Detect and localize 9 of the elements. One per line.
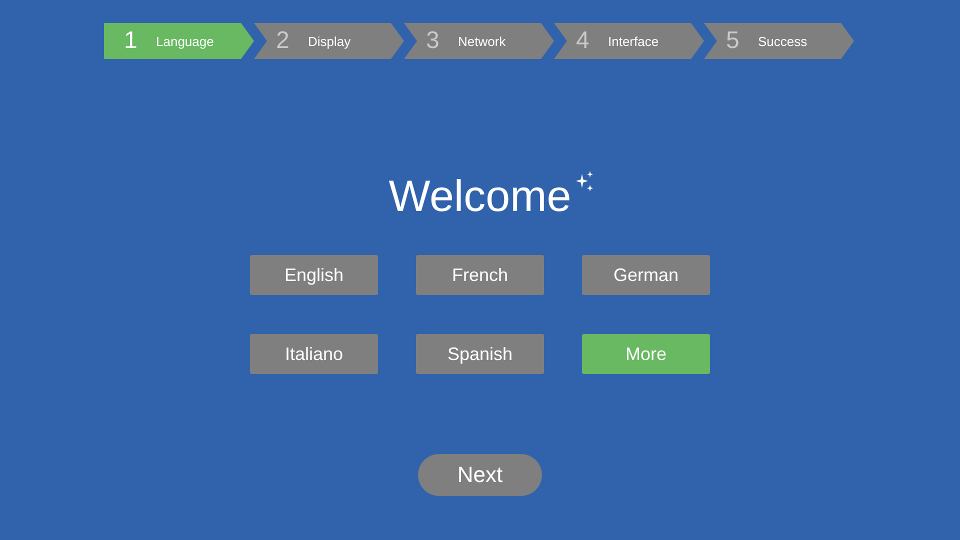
language-button[interactable]: Italiano (250, 334, 378, 374)
next-button[interactable]: Next (418, 454, 542, 496)
language-button[interactable]: French (416, 255, 544, 296)
language-button[interactable]: Spanish (416, 334, 544, 374)
language-button[interactable]: More (582, 334, 710, 374)
welcome-title: Welcome (388, 173, 572, 222)
language-button[interactable]: English (250, 255, 378, 296)
sparkle-icon (575, 171, 596, 193)
language-button[interactable]: German (582, 255, 710, 296)
